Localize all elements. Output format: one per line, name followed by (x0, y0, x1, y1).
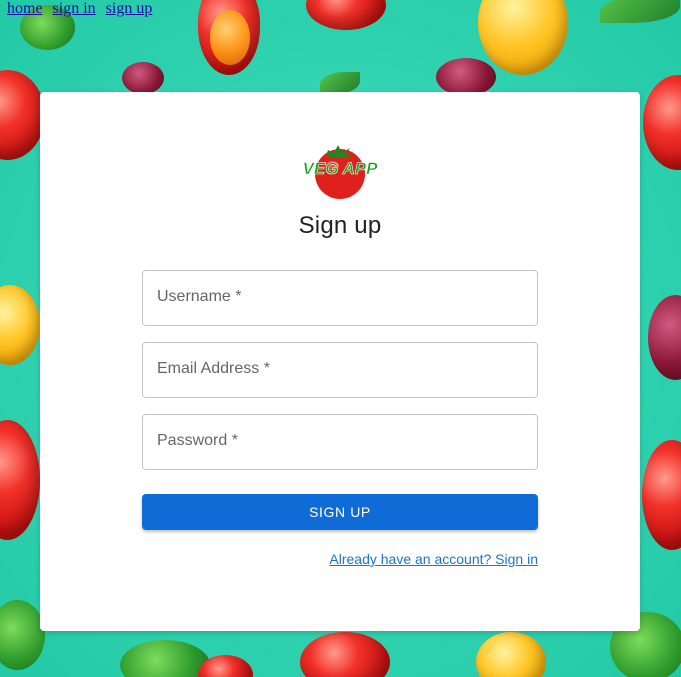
sign-in-link[interactable]: Already have an account? Sign in (329, 551, 538, 567)
signup-card: VEG APP Sign up Username * Email Address… (40, 92, 640, 631)
nav-link-sign-up[interactable]: sign up (106, 0, 153, 17)
email-field[interactable]: Email Address * (142, 342, 538, 398)
password-input[interactable] (143, 415, 537, 469)
broccoli-decoration (0, 600, 45, 670)
tomato-decoration (0, 70, 45, 160)
nav-link-home[interactable]: home (7, 0, 43, 17)
pepper-decoration (478, 0, 568, 75)
leaf-decoration (320, 72, 360, 94)
broccoli-decoration (120, 640, 210, 677)
top-nav: home sign in sign up (7, 0, 152, 17)
page-title: Sign up (298, 212, 382, 239)
berry-decoration (648, 295, 681, 380)
tomato-decoration (642, 440, 681, 550)
password-field[interactable]: Password * (142, 414, 538, 470)
nav-link-sign-in[interactable]: sign in (53, 0, 96, 17)
berry-decoration (436, 58, 496, 96)
pepper-decoration (0, 285, 40, 365)
username-input[interactable] (143, 271, 537, 325)
username-field[interactable]: Username * (142, 270, 538, 326)
berry-decoration (122, 62, 164, 94)
leaf-decoration (600, 0, 680, 23)
tomato-decoration (643, 75, 681, 170)
pepper-decoration (476, 632, 546, 677)
logo-text: VEG APP (303, 159, 379, 178)
veg-app-logo: VEG APP (302, 145, 379, 199)
tomato-decoration (300, 632, 390, 677)
tomato-decoration (0, 420, 40, 540)
pepper-decoration (210, 10, 250, 65)
sign-up-button[interactable]: SIGN UP (142, 494, 538, 530)
tomato-decoration (306, 0, 386, 30)
email-input[interactable] (143, 343, 537, 397)
